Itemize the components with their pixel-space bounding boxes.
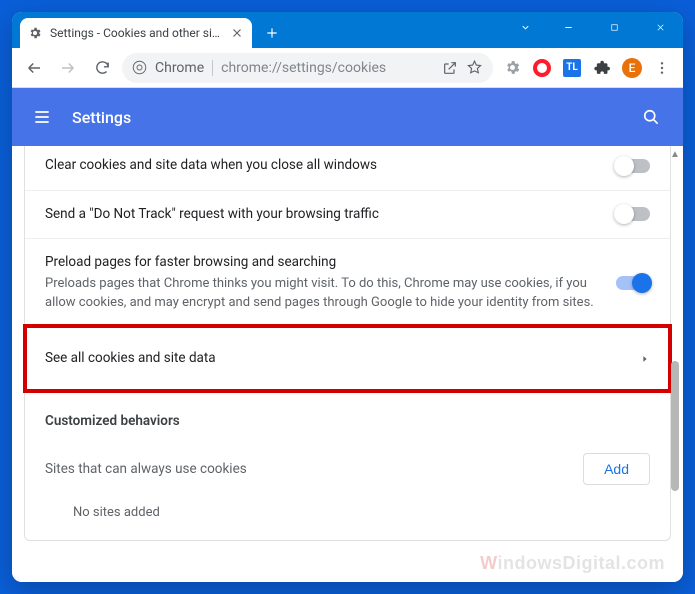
forward-button[interactable] [54,54,82,82]
row-sublabel: Preloads pages that Chrome thinks you mi… [45,275,600,313]
close-window-button[interactable] [637,12,683,42]
empty-state: No sites added [25,493,670,540]
row-label: Send a "Do Not Track" request with your … [45,205,600,225]
gear-icon [28,26,42,40]
extension-gear-icon[interactable] [499,55,525,81]
menu-button[interactable] [649,55,675,81]
row-label: Sites that can always use cookies [45,461,247,477]
tab-strip: Settings - Cookies and other site [12,12,286,48]
hamburger-icon[interactable] [32,107,52,127]
settings-header: Settings [12,88,683,146]
row-label: Preload pages for faster browsing and se… [45,253,600,273]
new-tab-button[interactable] [258,19,286,47]
content-scroll[interactable]: Clear cookies and site data when you clo… [12,146,683,582]
minimize-button[interactable] [545,12,591,42]
add-button[interactable]: Add [583,453,650,485]
extension-opera-icon[interactable] [529,55,555,81]
back-button[interactable] [20,54,48,82]
browser-tab[interactable]: Settings - Cookies and other site [20,18,252,48]
row-see-all-cookies[interactable]: See all cookies and site data [25,326,670,391]
toggle-do-not-track[interactable] [616,207,650,221]
row-preload: Preload pages for faster browsing and se… [25,238,670,326]
tab-title: Settings - Cookies and other site [50,26,222,40]
close-icon[interactable] [230,26,244,40]
window-controls [505,12,683,48]
address-bar[interactable]: Chrome chrome://settings/cookies [122,53,493,83]
row-allowlist: Sites that can always use cookies Add [25,435,670,493]
plus-icon [265,26,279,40]
extensions-area: TL E [499,55,675,81]
chevron-right-icon [640,354,650,364]
settings-card: Clear cookies and site data when you clo… [24,146,671,541]
section-customized-behaviors: Customized behaviors [25,391,670,435]
settings-page: Settings Clear cookies and site data whe… [12,88,683,582]
chrome-icon [132,60,147,75]
maximize-button[interactable] [591,12,637,42]
titlebar: Settings - Cookies and other site [12,12,683,48]
omnibox-product: Chrome [155,60,204,76]
search-icon [641,107,661,127]
row-label: See all cookies and site data [45,349,624,369]
row-clear-on-close: Clear cookies and site data when you clo… [25,146,670,190]
divider [212,60,213,76]
chevron-down-icon[interactable] [505,12,545,42]
toolbar: Chrome chrome://settings/cookies TL E [12,48,683,88]
reload-button[interactable] [88,54,116,82]
row-label: Clear cookies and site data when you clo… [45,156,600,176]
omnibox-url: chrome://settings/cookies [221,60,434,76]
extension-tl-icon[interactable]: TL [559,55,585,81]
search-button[interactable] [639,105,663,129]
chrome-window: Settings - Cookies and other site Chrome… [12,12,683,582]
row-do-not-track: Send a "Do Not Track" request with your … [25,190,670,239]
settings-title: Settings [72,108,131,127]
toggle-preload[interactable] [616,276,650,290]
toggle-clear-on-close[interactable] [616,159,650,173]
star-icon[interactable] [466,59,483,76]
share-icon[interactable] [442,60,458,76]
profile-avatar[interactable]: E [619,55,645,81]
extension-puzzle-icon[interactable] [589,55,615,81]
